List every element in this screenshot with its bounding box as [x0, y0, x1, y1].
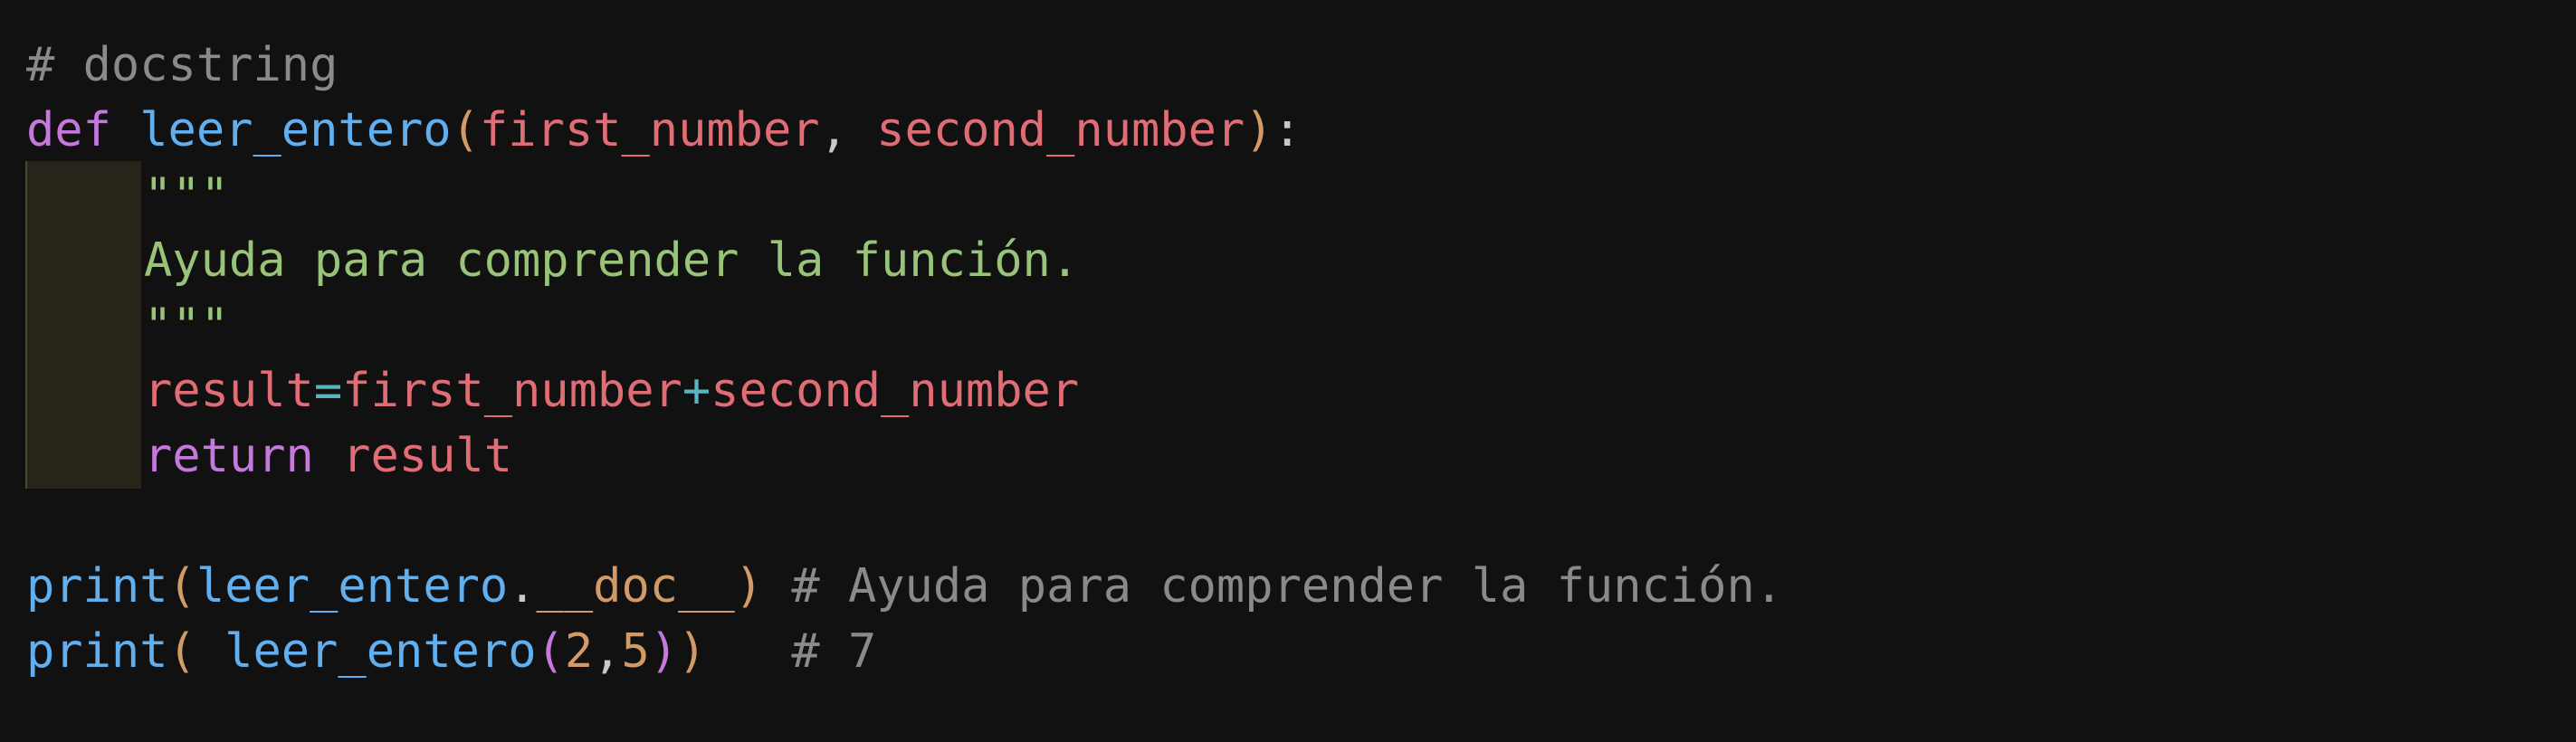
code-line-9: print(leer_entero.__doc__) # Ayuda para …	[26, 554, 1783, 619]
comma-token: ,	[593, 624, 622, 679]
comment-token: # docstring	[26, 38, 339, 92]
plus-operator-token: +	[682, 364, 711, 418]
inner-close-paren-token: )	[649, 624, 679, 679]
docstring-open-token: """	[144, 168, 229, 223]
code-line-1: # docstring	[26, 33, 1783, 98]
assignment-operator-token: =	[313, 364, 343, 418]
code-line-10: print( leer_entero(2,5)) # 7	[26, 619, 1783, 684]
comment-token: # 7	[791, 624, 877, 679]
inner-open-paren-token: (	[536, 624, 565, 679]
comma-token: ,	[819, 103, 877, 157]
open-paren-token: (	[167, 624, 196, 679]
function-name-token: leer_entero	[139, 103, 452, 157]
return-value-token: result	[342, 429, 512, 483]
docstring-close-token: """	[144, 299, 229, 353]
close-paren-token: )	[734, 559, 764, 614]
result-variable-token: result	[144, 364, 314, 418]
code-line-2: def leer_entero(first_number, second_num…	[26, 98, 1783, 163]
doc-attribute-token: __doc__	[536, 559, 735, 614]
code-line-7: return result	[26, 423, 1783, 489]
return-keyword-token: return	[144, 429, 314, 483]
colon-token: :	[1273, 103, 1302, 157]
comment-token: # Ayuda para comprender la función.	[791, 559, 1784, 614]
print-function-token: print	[26, 624, 168, 679]
code-block[interactable]: # docstring def leer_entero(first_number,…	[26, 33, 1783, 684]
close-paren-token: )	[678, 624, 707, 679]
dot-token: .	[508, 559, 537, 614]
open-paren-token: (	[167, 559, 196, 614]
first-number-token: first_number	[342, 364, 682, 418]
argument-number-token: 5	[621, 624, 650, 679]
close-paren-token: )	[1245, 103, 1274, 157]
code-line-4: Ayuda para comprender la función.	[26, 228, 1783, 293]
open-paren-token: (	[451, 103, 480, 157]
docstring-text-token: Ayuda para comprender la función.	[144, 233, 1080, 288]
second-number-token: second_number	[711, 364, 1080, 418]
code-line-3: """	[26, 163, 1783, 228]
print-function-token: print	[26, 559, 168, 614]
def-keyword-token: def	[26, 103, 111, 157]
param-first-number-token: first_number	[479, 103, 820, 157]
function-reference-token: leer_entero	[196, 559, 509, 614]
function-call-token: leer_entero	[224, 624, 537, 679]
code-line-5: """	[26, 293, 1783, 358]
argument-number-token: 2	[564, 624, 594, 679]
code-editor[interactable]: # docstring def leer_entero(first_number,…	[0, 0, 2576, 742]
code-line-6: result=first_number+second_number	[26, 358, 1783, 423]
param-second-number-token: second_number	[876, 103, 1245, 157]
